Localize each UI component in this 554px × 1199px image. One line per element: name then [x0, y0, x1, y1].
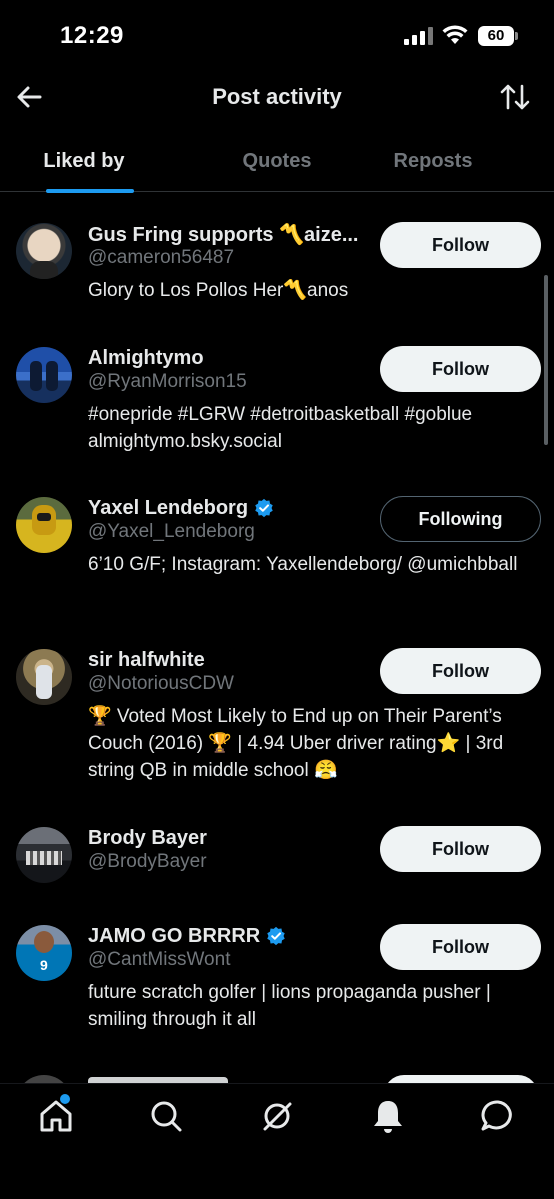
avatar-figure — [36, 665, 52, 699]
user-name-row: JAMO GO BRRRR — [88, 923, 286, 949]
user-handle[interactable]: @BrodyBayer — [88, 851, 207, 873]
user-name[interactable]: JAMO GO BRRRR — [88, 925, 260, 948]
following-button[interactable]: Following — [380, 496, 541, 542]
user-bio: 6’10 G/F; Instagram: Yaxellendeborg/ @um… — [88, 554, 518, 575]
follow-button[interactable]: Follow — [380, 346, 541, 392]
tab-quotes-label: Quotes — [242, 150, 312, 172]
tab-liked-by[interactable]: Liked by — [6, 136, 162, 193]
user-handle[interactable]: @NotoriousCDW — [88, 673, 234, 695]
follow-button[interactable]: Follow — [380, 222, 541, 268]
user-name-row: Yaxel Lendeborg — [88, 495, 274, 521]
verified-badge-icon — [255, 498, 273, 518]
list-item[interactable] — [0, 1045, 554, 1083]
avatar[interactable]: 9 — [16, 925, 72, 981]
user-handle[interactable]: @CantMissWont — [88, 949, 230, 971]
avatar[interactable] — [16, 223, 72, 279]
avatar-crowd — [26, 851, 62, 865]
list-item[interactable]: sir halfwhite @NotoriousCDW 🏆 Voted Most… — [0, 619, 554, 797]
search-icon[interactable] — [146, 1096, 186, 1136]
home-icon[interactable] — [36, 1096, 76, 1136]
message-icon[interactable] — [478, 1096, 518, 1136]
user-name-row: Gus Fring supports 〽️aize... — [88, 221, 359, 247]
user-name[interactable]: Gus Fring supports 〽️aize... — [88, 222, 359, 247]
user-handle[interactable]: @cameron56487 — [88, 247, 234, 269]
user-name[interactable]: sir halfwhite — [88, 649, 205, 672]
tab-reposts-label: Reposts — [393, 150, 473, 172]
tab-quotes[interactable]: Quotes — [199, 136, 355, 192]
avatar[interactable] — [16, 347, 72, 403]
user-handle[interactable]: @Yaxel_Lendeborg — [88, 521, 255, 543]
page-title: Post activity — [212, 84, 342, 109]
avatar[interactable] — [16, 497, 72, 553]
avatar-mask — [37, 513, 51, 521]
bell-icon[interactable] — [368, 1096, 408, 1136]
user-bio: Glory to Los Pollos Her〽️anos — [88, 280, 349, 301]
grok-icon[interactable] — [257, 1096, 297, 1136]
avatar[interactable] — [16, 649, 72, 705]
avatar-jersey: 9 — [40, 957, 48, 973]
user-name-row: Almightymo — [88, 345, 204, 371]
cellular-signal-icon — [404, 27, 434, 45]
sort-arrows-icon[interactable] — [498, 80, 532, 114]
scrollbar[interactable] — [544, 275, 548, 445]
avatar[interactable] — [16, 1075, 72, 1083]
user-name[interactable]: Brody Bayer — [88, 827, 207, 850]
status-bar: 12:29 60 — [0, 0, 554, 70]
battery-indicator: 60 — [478, 26, 514, 46]
user-bio: #onepride #LGRW #detroitbasketball #gobl… — [88, 404, 473, 452]
user-name[interactable]: Yaxel Lendeborg — [88, 497, 248, 520]
user-bio: 🏆 Voted Most Likely to End up on Their P… — [88, 706, 504, 781]
user-name[interactable]: Almightymo — [88, 347, 204, 370]
tab-liked-by-label: Liked by — [43, 150, 125, 172]
user-bio: future scratch golfer | lions propaganda… — [88, 982, 491, 1030]
avatar-figure — [30, 261, 58, 279]
list-item[interactable]: 9 JAMO GO BRRRR @CantMissWont future scr… — [0, 895, 554, 1045]
tab-bar: Liked by Quotes Reposts — [0, 136, 554, 193]
wifi-icon — [442, 25, 468, 44]
follow-button[interactable]: Follow — [380, 924, 541, 970]
battery-tip — [515, 32, 518, 40]
avatar-figure — [30, 361, 42, 391]
list-item[interactable]: Almightymo @RyanMorrison15 #onepride #LG… — [0, 317, 554, 467]
verified-badge-icon — [267, 926, 285, 946]
notification-dot — [60, 1094, 70, 1104]
status-time: 12:29 — [60, 22, 124, 49]
list-item[interactable]: Brody Bayer @BrodyBayer Follow — [0, 797, 554, 895]
user-name-row: Brody Bayer — [88, 825, 207, 851]
tab-reposts[interactable]: Reposts — [355, 136, 511, 192]
follow-button[interactable]: Follow — [380, 826, 541, 872]
avatar-figure — [34, 931, 54, 953]
user-name-row: sir halfwhite — [88, 647, 205, 673]
avatar[interactable] — [16, 827, 72, 883]
avatar-figure — [46, 361, 58, 391]
list-item[interactable]: Gus Fring supports 〽️aize... @cameron564… — [0, 193, 554, 317]
header: Post activity — [0, 70, 554, 128]
follow-button-partial[interactable] — [384, 1075, 538, 1083]
user-handle[interactable]: @RyanMorrison15 — [88, 371, 247, 393]
follow-button[interactable]: Follow — [380, 648, 541, 694]
list-item[interactable]: Yaxel Lendeborg @Yaxel_Lendeborg 6’10 G/… — [0, 467, 554, 619]
liked-by-list: Gus Fring supports 〽️aize... @cameron564… — [0, 193, 554, 1083]
bottom-nav — [0, 1083, 554, 1199]
